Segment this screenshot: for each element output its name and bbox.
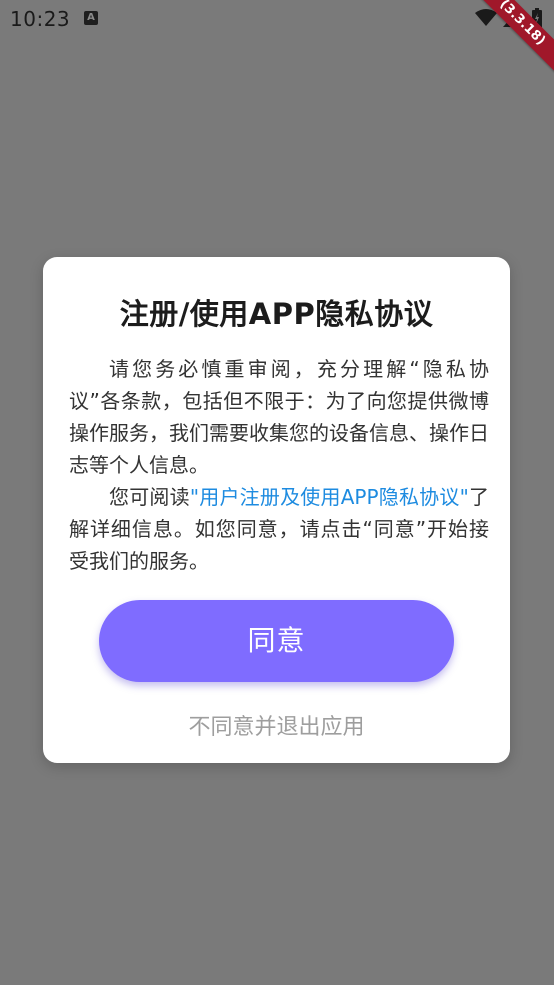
policy-paragraph-2: 您可阅读"用户注册及使用APP隐私协议"了解详细信息。如您同意，请点击“同意”开… xyxy=(69,481,489,577)
privacy-dialog: 注册/使用APP隐私协议 请您务必慎重审阅，充分理解“隐私协议”各条款，包括但不… xyxy=(43,257,510,763)
dialog-title: 注册/使用APP隐私协议 xyxy=(119,297,434,331)
dialog-body: 请您务必慎重审阅，充分理解“隐私协议”各条款，包括但不限于：为了向您提供微博操作… xyxy=(69,353,489,577)
privacy-policy-link[interactable]: "用户注册及使用APP隐私协议" xyxy=(190,485,469,509)
status-bar: 10:23 A xyxy=(0,0,554,40)
notification-icon: A xyxy=(84,11,98,25)
status-time: 10:23 xyxy=(10,7,71,31)
paragraph-2-prefix: 您可阅读 xyxy=(109,485,190,509)
agree-button[interactable]: 同意 xyxy=(99,600,454,682)
wifi-icon xyxy=(475,9,497,26)
policy-paragraph-1: 请您务必慎重审阅，充分理解“隐私协议”各条款，包括但不限于：为了向您提供微博操作… xyxy=(69,357,489,477)
disagree-exit-button[interactable]: 不同意并退出应用 xyxy=(43,709,510,741)
